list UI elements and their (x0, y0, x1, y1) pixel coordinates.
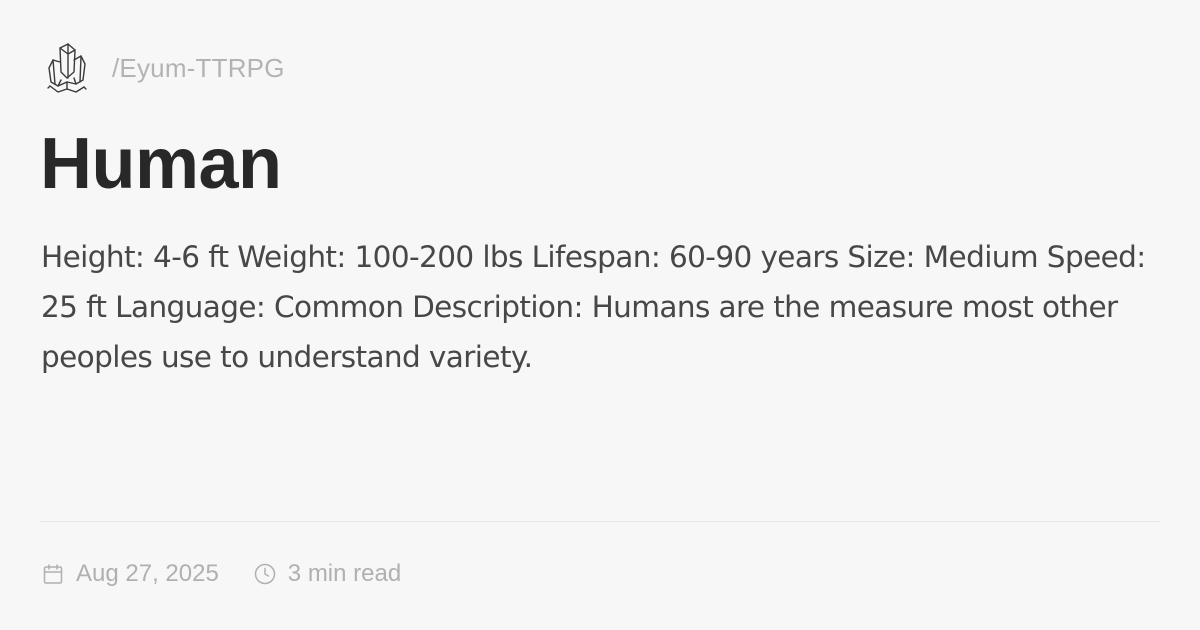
clock-icon (254, 563, 276, 585)
date-text: Aug 27, 2025 (76, 560, 219, 587)
post-meta: Aug 27, 2025 3 min read (41, 556, 401, 592)
breadcrumb[interactable]: /Eyum-TTRPG (112, 53, 285, 84)
publish-date: Aug 27, 2025 (41, 560, 219, 588)
read-time-text: 3 min read (287, 560, 402, 587)
site-header: /Eyum-TTRPG (46, 42, 285, 94)
calendar-icon (43, 564, 63, 584)
page-title: Human (40, 124, 282, 204)
crystal-icon[interactable] (46, 42, 88, 94)
divider (40, 521, 1160, 522)
reading-time: 3 min read (253, 560, 401, 588)
page-description: Height: 4-6 ft Weight: 100-200 lbs Lifes… (41, 240, 1146, 374)
